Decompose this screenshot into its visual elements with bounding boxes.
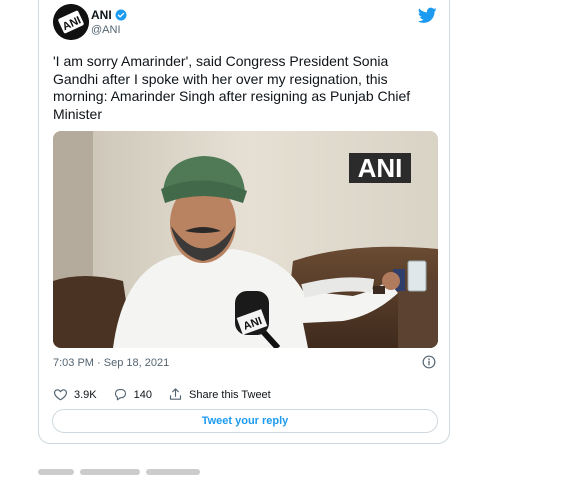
avatar[interactable]: ANI bbox=[53, 4, 89, 40]
like-count: 3.9K bbox=[74, 388, 97, 401]
author-handle[interactable]: @ANI bbox=[91, 24, 121, 36]
share-icon bbox=[169, 388, 182, 400]
tweet-actions: 3.9K 140 Share this Tweet bbox=[53, 387, 287, 402]
media-watermark: ANI bbox=[358, 153, 403, 183]
tweet-card: ANI ANI @ANI 'I am sorry Amarinder', sai… bbox=[38, 0, 450, 444]
heart-icon bbox=[54, 389, 67, 401]
comment-icon bbox=[114, 388, 126, 401]
verified-badge-icon bbox=[115, 9, 127, 21]
twitter-bird-icon[interactable] bbox=[418, 7, 437, 24]
comment-button[interactable]: 140 bbox=[113, 387, 152, 402]
author-name[interactable]: ANI bbox=[91, 8, 112, 22]
below-fold-content bbox=[38, 463, 238, 483]
tweet-media-image[interactable]: ANI ANI bbox=[53, 131, 438, 348]
tweet-your-reply-button[interactable]: Tweet your reply bbox=[52, 409, 438, 433]
share-label: Share this Tweet bbox=[189, 388, 271, 401]
tweet-text: 'I am sorry Amarinder', said Congress Pr… bbox=[53, 53, 415, 122]
author-name-row[interactable]: ANI bbox=[91, 8, 127, 22]
share-button[interactable]: Share this Tweet bbox=[168, 387, 271, 402]
info-icon[interactable] bbox=[422, 355, 436, 369]
reply-count: 140 bbox=[133, 388, 152, 401]
tweet-timestamp[interactable]: 7:03 PM · Sep 18, 2021 bbox=[53, 357, 169, 369]
like-button[interactable]: 3.9K bbox=[53, 387, 97, 402]
